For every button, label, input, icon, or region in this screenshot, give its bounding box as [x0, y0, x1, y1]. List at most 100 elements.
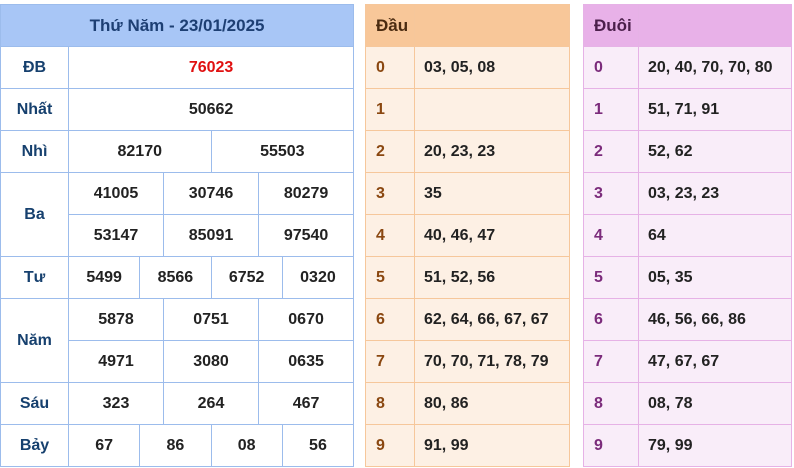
head-values: 51, 52, 56	[414, 256, 570, 299]
prize-number: 80279	[257, 172, 355, 215]
table-row: 0 20, 40, 70, 70, 80	[583, 46, 792, 89]
head-title: Đầu	[365, 4, 415, 47]
prize-label: Bảy	[0, 424, 69, 467]
tail-digit-table: Đuôi 0 20, 40, 70, 70, 80 1 51, 71, 91 2 52…	[583, 4, 792, 467]
tail-values: 52, 62	[638, 130, 792, 173]
prize-number: 6752	[210, 256, 283, 299]
table-row: 7 70, 70, 71, 78, 79	[365, 340, 570, 383]
prize-number: 323	[68, 382, 164, 425]
prize-number: 5499	[67, 256, 141, 299]
prize-row-db: ĐB 76023	[0, 46, 355, 89]
head-digit: 1	[365, 88, 415, 131]
head-digit: 6	[365, 298, 415, 341]
head-digit: 0	[365, 46, 415, 89]
prize-label: Năm	[0, 298, 69, 383]
head-values: 62, 64, 66, 67, 67	[414, 298, 570, 341]
prize-number: 41005	[68, 172, 164, 215]
prize-number: 55503	[210, 130, 355, 173]
prize-number: 97540	[257, 214, 355, 257]
tail-values: 64	[638, 214, 792, 257]
tail-values: 46, 56, 66, 86	[638, 298, 792, 341]
prize-number: 4971	[68, 340, 164, 383]
prize-number: 3080	[163, 340, 259, 383]
prize-number: 467	[257, 382, 355, 425]
special-prize-number: 76023	[67, 46, 355, 89]
table-row: 2 20, 23, 23	[365, 130, 570, 173]
prize-number: 0751	[163, 298, 259, 341]
head-digit: 5	[365, 256, 415, 299]
table-row: 0 03, 05, 08	[365, 46, 570, 89]
tail-digit: 6	[583, 298, 639, 341]
tail-digit: 2	[583, 130, 639, 173]
results-table: Thứ Năm - 23/01/2025 ĐB 76023 Nhất 50662…	[0, 4, 355, 467]
tail-values: 05, 35	[638, 256, 792, 299]
head-digit: 3	[365, 172, 415, 215]
head-digit: 2	[365, 130, 415, 173]
tail-values: 51, 71, 91	[638, 88, 792, 131]
prize-number: 53147	[68, 214, 164, 257]
head-digit: 8	[365, 382, 415, 425]
prize-number: 0635	[257, 340, 355, 383]
table-row: 3 35	[365, 172, 570, 215]
prize-label: Nhất	[0, 88, 69, 131]
tail-values: 03, 23, 23	[638, 172, 792, 215]
table-row: 5 05, 35	[583, 256, 792, 299]
head-values: 70, 70, 71, 78, 79	[414, 340, 570, 383]
table-row: 9 79, 99	[583, 424, 792, 467]
prize-label: Tư	[0, 256, 69, 299]
table-row: 4 40, 46, 47	[365, 214, 570, 257]
head-values	[414, 88, 570, 131]
prize-number: 08	[210, 424, 283, 467]
head-values: 91, 99	[414, 424, 570, 467]
prize-number: 82170	[68, 130, 212, 173]
prize-label: Sáu	[0, 382, 69, 425]
prize-row-ba: Ba 41005 30746 80279	[0, 172, 355, 257]
prize-number: 5878	[68, 298, 164, 341]
prize-row-sau: Sáu 323 264 467	[0, 382, 355, 425]
head-digit: 7	[365, 340, 415, 383]
head-values: 40, 46, 47	[414, 214, 570, 257]
tail-title: Đuôi	[583, 4, 639, 47]
tail-digit: 8	[583, 382, 639, 425]
prize-number: 86	[139, 424, 212, 467]
table-row: 8 80, 86	[365, 382, 570, 425]
head-values: 35	[414, 172, 570, 215]
prize-row-bay: Bảy 67 86 08 56	[0, 424, 355, 467]
prize-row-tu: Tư 5499 8566 6752 0320	[0, 256, 355, 299]
tail-values: 20, 40, 70, 70, 80	[638, 46, 792, 89]
tail-values: 47, 67, 67	[638, 340, 792, 383]
table-row: 9 91, 99	[365, 424, 570, 467]
table-row: 2 52, 62	[583, 130, 792, 173]
table-row: 6 46, 56, 66, 86	[583, 298, 792, 341]
table-row: 5 51, 52, 56	[365, 256, 570, 299]
prize-row-nhi: Nhì 82170 55503	[0, 130, 355, 173]
prize-number: 264	[163, 382, 259, 425]
tail-digit: 7	[583, 340, 639, 383]
prize-number: 50662	[67, 88, 355, 131]
table-row: 8 08, 78	[583, 382, 792, 425]
head-digit-table: Đầu 0 03, 05, 08 1 2 20, 23, 23 3 35 4 40, 4…	[365, 4, 570, 467]
head-values: 20, 23, 23	[414, 130, 570, 173]
prize-number: 8566	[139, 256, 212, 299]
prize-label: Ba	[0, 172, 69, 257]
head-digit: 9	[365, 424, 415, 467]
tail-title-blank	[638, 4, 792, 47]
table-row: 6 62, 64, 66, 67, 67	[365, 298, 570, 341]
results-title: Thứ Năm - 23/01/2025	[0, 4, 355, 47]
prize-label: Nhì	[0, 130, 69, 173]
prize-number: 56	[281, 424, 355, 467]
prize-number: 85091	[163, 214, 259, 257]
table-row: 4 64	[583, 214, 792, 257]
tail-digit: 5	[583, 256, 639, 299]
head-values: 80, 86	[414, 382, 570, 425]
prize-number: 0320	[281, 256, 355, 299]
tail-digit: 1	[583, 88, 639, 131]
tail-values: 79, 99	[638, 424, 792, 467]
table-row: 1 51, 71, 91	[583, 88, 792, 131]
table-row: 1	[365, 88, 570, 131]
prize-row-nam: Năm 5878 0751 0670	[0, 298, 355, 383]
tail-digit: 9	[583, 424, 639, 467]
prize-number: 30746	[163, 172, 259, 215]
head-digit: 4	[365, 214, 415, 257]
tail-values: 08, 78	[638, 382, 792, 425]
